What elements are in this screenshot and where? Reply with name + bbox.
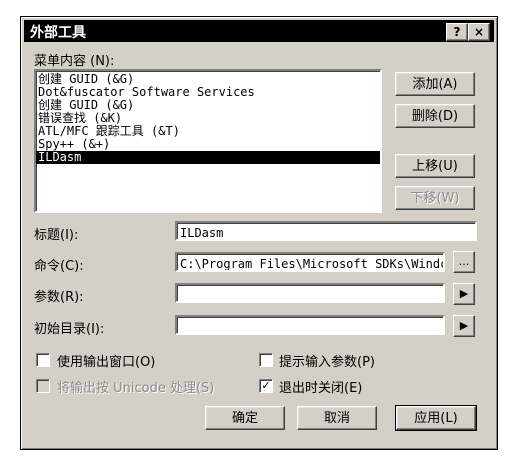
use-output-window-label[interactable]: 使用输出窗口(O) [57, 351, 155, 370]
title-label: 标题(I): [34, 228, 79, 243]
menu-contents-label: 菜单内容 (N): [34, 54, 115, 69]
title-field[interactable]: ILDasm [175, 221, 477, 241]
cancel-button[interactable]: 取消 [297, 406, 377, 430]
command-field[interactable]: C:\Program Files\Microsoft SDKs\Windc [175, 252, 445, 272]
initial-dir-label: 初始目录(I): [34, 322, 105, 337]
delete-button[interactable]: 删除(D) [395, 104, 475, 128]
arguments-label: 参数(R): [34, 290, 84, 305]
prompt-arguments-checkbox[interactable] [259, 353, 273, 367]
initial-dir-field[interactable] [175, 315, 445, 335]
external-tools-dialog: 外部工具 ? × 菜单内容 (N): 创建 GUID (&G) Dot&fusc… [20, 16, 498, 450]
prompt-arguments-label[interactable]: 提示输入参数(P) [279, 351, 375, 370]
close-button[interactable]: × [468, 23, 490, 41]
close-on-exit-checkbox[interactable]: ✓ [259, 379, 273, 393]
unicode-output-checkbox[interactable] [36, 379, 50, 393]
help-button[interactable]: ? [446, 23, 468, 41]
close-on-exit-label[interactable]: 退出时关闭(E) [279, 377, 362, 396]
menu-contents-list[interactable]: 创建 GUID (&G) Dot&fuscator Software Servi… [34, 69, 382, 213]
arguments-field[interactable] [175, 283, 445, 303]
apply-button[interactable]: 应用(L) [395, 405, 477, 431]
list-item-selected[interactable]: ILDasm [36, 151, 380, 164]
dialog-title: 外部工具 [30, 25, 86, 41]
list-item[interactable]: Spy++ (&+) [36, 138, 380, 151]
title-bar[interactable]: 外部工具 ? × [24, 20, 494, 42]
arguments-menu-button[interactable]: ▶ [453, 283, 475, 305]
unicode-output-label[interactable]: 将输出按 Unicode 处理(S) [57, 377, 214, 396]
browse-button[interactable]: … [453, 251, 475, 273]
add-button[interactable]: 添加(A) [395, 72, 475, 96]
use-output-window-checkbox[interactable] [36, 353, 50, 367]
ok-button[interactable]: 确定 [205, 406, 285, 430]
initial-dir-menu-button[interactable]: ▶ [453, 315, 475, 337]
command-label: 命令(C): [34, 259, 84, 274]
move-down-button[interactable]: 下移(W) [395, 186, 475, 210]
move-up-button[interactable]: 上移(U) [395, 154, 475, 178]
